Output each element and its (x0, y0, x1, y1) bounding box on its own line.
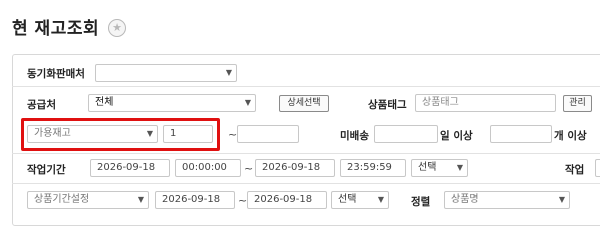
sales-channel-label: 동기화판매처 (27, 68, 85, 80)
star-icon[interactable]: ★ (108, 19, 126, 37)
work-label: 작업 (565, 164, 585, 176)
product-start-date-input[interactable]: 2026-09-18 (155, 191, 235, 209)
page-title: 현 재고조회 (12, 19, 100, 39)
chevron-down-icon: ▼ (137, 195, 144, 204)
stock-max-input[interactable] (237, 125, 299, 143)
supplier-label: 공급처 (27, 99, 56, 111)
chevron-down-icon: ▼ (244, 98, 251, 107)
chevron-down-icon: ▼ (558, 195, 565, 204)
range-tilde: ~ (244, 162, 254, 175)
count-suffix: 개 이상 (554, 130, 587, 142)
chevron-down-icon: ▼ (225, 68, 232, 77)
row-divider (12, 86, 600, 87)
highlight-box (21, 118, 220, 151)
sales-channel-select[interactable]: ▼ (95, 64, 237, 82)
work-start-time-input[interactable]: 00:00:00 (175, 159, 241, 177)
chevron-down-icon: ▼ (456, 163, 463, 172)
row-divider (12, 153, 600, 154)
unshipped-days-input[interactable] (374, 125, 438, 143)
work-period-label: 작업기간 (27, 164, 66, 176)
range-tilde: ~ (238, 194, 248, 207)
work-end-time-input[interactable]: 23:59:59 (340, 159, 406, 177)
work-end-date-input[interactable]: 2026-09-18 (255, 159, 335, 177)
product-tag-input[interactable]: 상품태그 (415, 94, 556, 112)
product-period-type-select[interactable]: 상품기간설정 ▼ (27, 191, 149, 209)
work-period-preset-value: 선택 (418, 162, 437, 173)
work-period-preset-select[interactable]: 선택 ▼ (411, 159, 468, 177)
work-select[interactable] (595, 159, 600, 177)
supplier-value: 전체 (95, 97, 114, 108)
chevron-down-icon: ▼ (377, 195, 384, 204)
product-period-type-value: 상품기간설정 (34, 194, 90, 205)
supplier-select[interactable]: 전체 ▼ (88, 94, 256, 112)
range-tilde: ~ (228, 128, 238, 141)
product-end-date-input[interactable]: 2026-09-18 (247, 191, 327, 209)
sort-label: 정렬 (411, 196, 431, 208)
detail-select-button[interactable]: 상세선택 (279, 95, 329, 112)
unshipped-count-input[interactable] (490, 125, 552, 143)
product-period-preset-select[interactable]: 선택 ▼ (331, 191, 389, 209)
row-divider (12, 183, 600, 184)
tag-manage-button[interactable]: 관리 (563, 95, 592, 112)
product-tag-label: 상품태그 (368, 99, 407, 111)
work-start-date-input[interactable]: 2026-09-18 (90, 159, 170, 177)
product-period-preset-value: 선택 (338, 194, 357, 205)
sort-value: 상품명 (451, 194, 479, 205)
days-suffix: 일 이상 (440, 130, 473, 142)
sort-select[interactable]: 상품명 ▼ (444, 191, 570, 209)
unshipped-label: 미배송 (340, 130, 369, 142)
